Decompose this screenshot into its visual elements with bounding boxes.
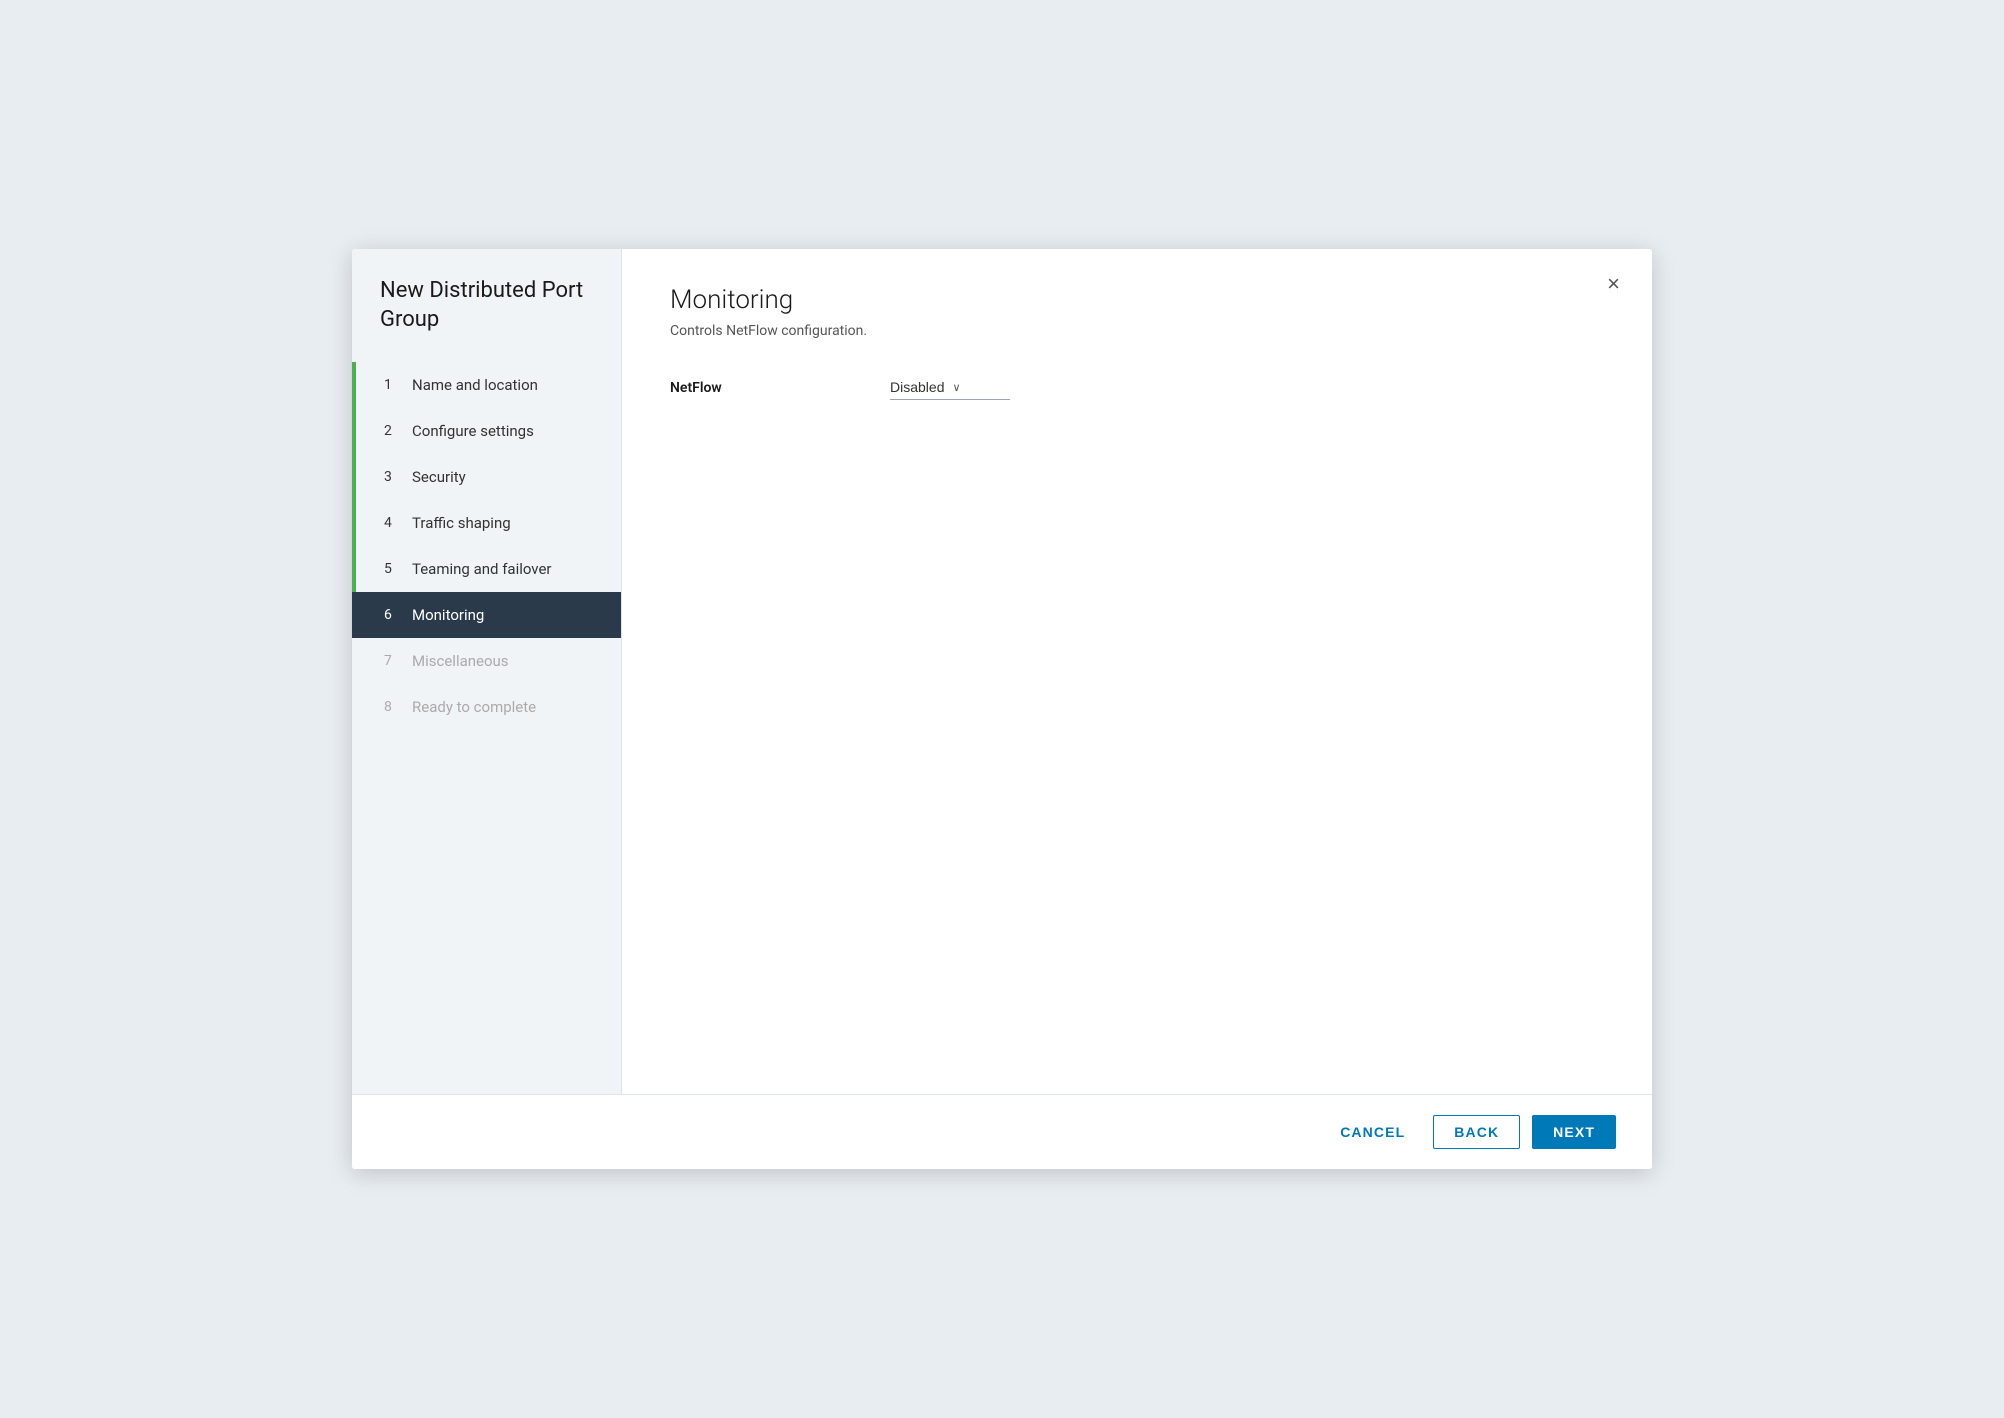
next-button[interactable]: NEXT	[1532, 1115, 1616, 1149]
close-button[interactable]: ×	[1599, 269, 1628, 299]
step-num-7: 7	[384, 653, 400, 669]
sidebar-item-teaming-failover[interactable]: 5 Teaming and failover	[352, 546, 621, 592]
page-description: Controls NetFlow configuration.	[670, 323, 1604, 339]
dialog-body: New Distributed Port Group 1 Name and lo…	[352, 249, 1652, 1094]
sidebar-item-monitoring[interactable]: 6 Monitoring	[352, 592, 621, 638]
step-label-2: Configure settings	[412, 422, 534, 440]
step-label-5: Teaming and failover	[412, 560, 552, 578]
sidebar-item-traffic-shaping[interactable]: 4 Traffic shaping	[352, 500, 621, 546]
step-label-6: Monitoring	[412, 606, 484, 624]
step-label-4: Traffic shaping	[412, 514, 511, 532]
step-num-1: 1	[384, 377, 400, 393]
main-content: × Monitoring Controls NetFlow configurat…	[622, 249, 1652, 1094]
netflow-control: Disabled ∨	[890, 375, 1010, 400]
netflow-dropdown[interactable]: Disabled ∨	[890, 375, 1010, 400]
back-button[interactable]: BACK	[1433, 1115, 1520, 1149]
page-title: Monitoring	[670, 285, 1604, 315]
sidebar-nav: 1 Name and location 2 Configure settings…	[352, 362, 621, 1094]
sidebar-title: New Distributed Port Group	[352, 277, 621, 362]
step-num-6: 6	[384, 607, 400, 623]
step-label-7: Miscellaneous	[412, 652, 509, 670]
sidebar-item-name-and-location[interactable]: 1 Name and location	[352, 362, 621, 408]
chevron-down-icon: ∨	[952, 381, 960, 394]
sidebar-item-configure-settings[interactable]: 2 Configure settings	[352, 408, 621, 454]
sidebar-item-ready-to-complete: 8 Ready to complete	[352, 684, 621, 730]
step-num-8: 8	[384, 699, 400, 715]
sidebar-item-miscellaneous: 7 Miscellaneous	[352, 638, 621, 684]
step-num-4: 4	[384, 515, 400, 531]
step-num-3: 3	[384, 469, 400, 485]
netflow-value: Disabled	[890, 379, 944, 395]
step-label-8: Ready to complete	[412, 698, 536, 716]
dialog-footer: CANCEL BACK NEXT	[352, 1094, 1652, 1169]
step-label-1: Name and location	[412, 376, 538, 394]
step-label-3: Security	[412, 468, 466, 486]
netflow-label: NetFlow	[670, 380, 890, 396]
step-num-2: 2	[384, 423, 400, 439]
sidebar: New Distributed Port Group 1 Name and lo…	[352, 249, 622, 1094]
step-num-5: 5	[384, 561, 400, 577]
cancel-button[interactable]: CANCEL	[1324, 1116, 1421, 1148]
dialog: New Distributed Port Group 1 Name and lo…	[352, 249, 1652, 1169]
sidebar-item-security[interactable]: 3 Security	[352, 454, 621, 500]
netflow-row: NetFlow Disabled ∨	[670, 375, 1604, 400]
